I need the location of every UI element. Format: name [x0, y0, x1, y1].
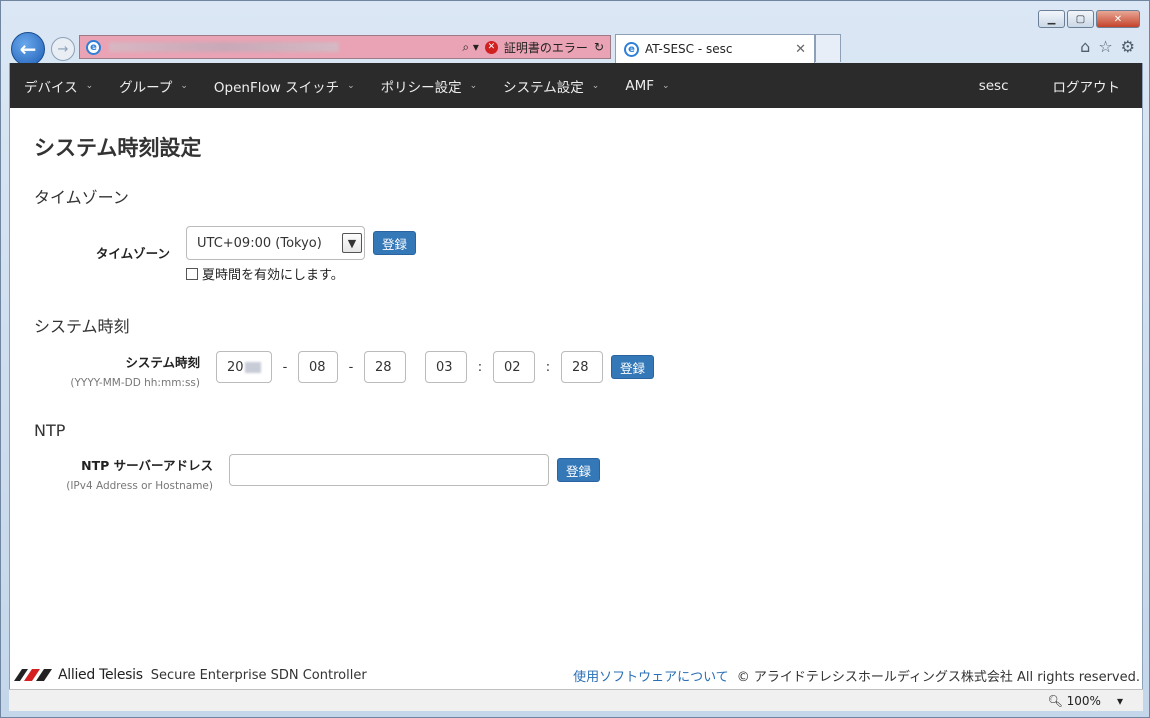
favorites-star-icon[interactable]: ☆ — [1098, 37, 1112, 56]
address-bar[interactable]: e ⌕ ▾ ✕ 証明書のエラー ↻ — [79, 35, 611, 59]
home-icon[interactable]: ⌂ — [1080, 37, 1090, 56]
allied-telesis-logo-mark — [14, 669, 52, 681]
certificate-status[interactable]: 証明書のエラー — [504, 39, 588, 56]
chevron-down-icon: ▼ — [342, 233, 362, 253]
timezone-label: タイムゾーン — [95, 246, 170, 261]
zoom-level: 100% — [1066, 693, 1101, 708]
ntp-server-label: NTP サーバーアドレス — [81, 458, 213, 473]
close-window-button[interactable]: ✕ — [1096, 10, 1140, 28]
maximize-button[interactable]: ▢ — [1067, 10, 1094, 28]
day-input[interactable]: 28 — [364, 351, 406, 383]
nav-groups[interactable]: グループ ⌄ — [105, 63, 200, 108]
nav-label: AMF — [625, 77, 654, 94]
ntp-server-input[interactable] — [229, 454, 549, 486]
system-time-format-hint: (YYYY-MM-DD hh:mm:ss) — [70, 377, 200, 389]
ie-icon: e — [624, 41, 639, 57]
nav-amf[interactable]: AMF ⌄ — [611, 63, 681, 108]
tab-title: AT-SESC - sesc — [645, 42, 733, 56]
ie-icon: e — [86, 39, 101, 55]
nav-label: ポリシー設定 — [380, 79, 462, 96]
month-input[interactable]: 08 — [298, 351, 338, 383]
window-controls: ▁ ▢ ✕ — [1038, 10, 1140, 28]
timezone-selected-value: UTC+09:00 (Tokyo) — [197, 235, 322, 251]
minute-input[interactable]: 02 — [493, 351, 535, 383]
ntp-register-button[interactable]: 登録 — [557, 458, 601, 482]
nav-user[interactable]: sesc — [957, 63, 1031, 108]
status-bar: 🔍︎ 100% ▾ — [9, 689, 1143, 711]
settings-gear-icon[interactable]: ⚙ — [1121, 37, 1135, 56]
copyright-text: © アライドテレシスホールディングス株式会社 All rights reserv… — [736, 669, 1140, 685]
logout-link[interactable]: ログアウト — [1031, 63, 1143, 108]
ntp-server-hint: (IPv4 Address or Hostname) — [66, 480, 213, 492]
year-input[interactable]: 20 — [216, 351, 272, 383]
nav-system-settings[interactable]: システム設定 ⌄ — [489, 63, 611, 108]
timezone-section-title: タイムゾーン — [34, 188, 129, 207]
timezone-register-button[interactable]: 登録 — [373, 231, 417, 255]
brand-name: Allied Telesis — [58, 667, 143, 683]
zoom-icon: 🔍︎ — [1047, 693, 1063, 708]
product-name: Secure Enterprise SDN Controller — [150, 667, 367, 683]
system-time-row: システム時刻 (YYYY-MM-DD hh:mm:ss) 20 - 08 - 2… — [34, 351, 1118, 389]
second-input[interactable]: 28 — [561, 351, 603, 383]
minimize-button[interactable]: ▁ — [1038, 10, 1065, 28]
page-footer: Allied Telesis Secure Enterprise SDN Con… — [10, 661, 1142, 689]
dst-label: 夏時間を有効にします。 — [202, 268, 344, 283]
new-tab-button[interactable] — [815, 34, 841, 62]
allied-telesis-logo: Allied Telesis — [14, 667, 143, 683]
about-software-link[interactable]: 使用ソフトウェアについて — [573, 666, 729, 685]
page-title: システム時刻設定 — [34, 136, 202, 160]
timezone-select[interactable]: UTC+09:00 (Tokyo) ▼ — [186, 226, 365, 260]
nav-label: OpenFlow スイッチ — [213, 79, 340, 96]
dst-checkbox-row[interactable]: 夏時間を有効にします。 — [186, 264, 416, 283]
nav-policy-settings[interactable]: ポリシー設定 ⌄ — [367, 63, 490, 108]
system-time-section-title: システム時刻 — [34, 317, 130, 336]
system-time-label: システム時刻 — [125, 355, 200, 370]
browser-tab[interactable]: e AT-SESC - sesc ✕ — [615, 34, 815, 63]
zoom-dropdown-icon[interactable]: ▾ — [1117, 694, 1123, 708]
chevron-down-icon: ⌄ — [469, 80, 478, 91]
toolbar-icons: ⌂ ☆ ⚙ — [1080, 37, 1135, 56]
chevron-down-icon: ⌄ — [661, 80, 670, 91]
hour-input[interactable]: 03 — [425, 351, 467, 383]
dst-checkbox[interactable] — [186, 267, 198, 280]
search-icon[interactable]: ⌕ ▾ — [462, 40, 479, 55]
top-navbar: デバイス ⌄ グループ ⌄ OpenFlow スイッチ ⌄ ポリシー設定 ⌄ シ… — [10, 63, 1142, 108]
nav-openflow-switch[interactable]: OpenFlow スイッチ ⌄ — [200, 63, 367, 108]
chevron-down-icon: ⌄ — [180, 80, 188, 91]
browser-window: ▁ ▢ ✕ ← → e ⌕ ▾ ✕ 証明書のエラー ↻ e AT-SESC - … — [0, 0, 1150, 718]
forward-button[interactable]: → — [51, 37, 75, 61]
refresh-icon[interactable]: ↻ — [594, 40, 604, 54]
nav-label: グループ — [119, 79, 173, 96]
main-content: システム時刻設定 タイムゾーン タイムゾーン UTC+09:00 (Tokyo)… — [10, 108, 1142, 512]
zoom-control[interactable]: 🔍︎ 100% — [1048, 694, 1101, 708]
nav-label: システム設定 — [503, 79, 584, 96]
back-button[interactable]: ← — [11, 32, 45, 66]
nav-label: デバイス — [24, 79, 78, 96]
url-text-blurred — [109, 42, 339, 52]
chevron-down-icon: ⌄ — [85, 80, 94, 91]
close-tab-icon[interactable]: ✕ — [795, 42, 806, 57]
ntp-row: NTP サーバーアドレス (IPv4 Address or Hostname) … — [34, 454, 1118, 492]
system-time-register-button[interactable]: 登録 — [611, 355, 655, 379]
page-viewport: デバイス ⌄ グループ ⌄ OpenFlow スイッチ ⌄ ポリシー設定 ⌄ シ… — [9, 63, 1143, 689]
timezone-row: タイムゾーン UTC+09:00 (Tokyo) ▼ 登録 夏時間を有効にします… — [34, 226, 1118, 283]
chevron-down-icon: ⌄ — [347, 80, 355, 91]
certificate-error-icon[interactable]: ✕ — [484, 40, 498, 54]
chevron-down-icon: ⌄ — [591, 80, 600, 91]
ntp-section-title: NTP — [34, 421, 66, 440]
nav-devices[interactable]: デバイス ⌄ — [10, 63, 105, 108]
